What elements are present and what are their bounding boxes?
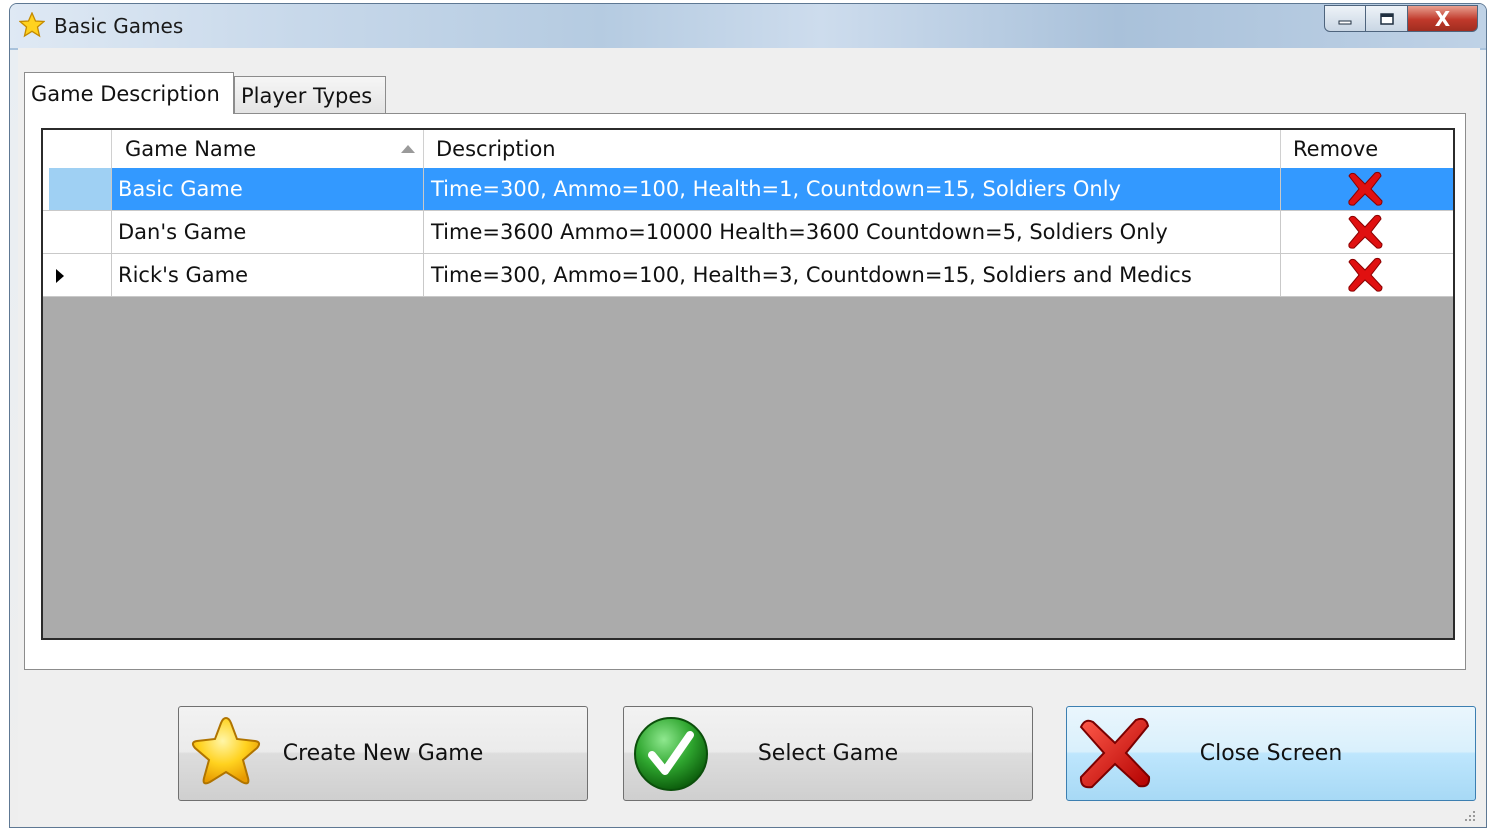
red-x-icon[interactable]	[1345, 213, 1385, 251]
sort-ascending-icon	[401, 145, 415, 153]
main-window: Basic Games X Game Description Player Ty…	[9, 3, 1487, 828]
close-screen-button[interactable]: Close Screen	[1066, 706, 1476, 801]
create-new-game-button[interactable]: Create New Game	[178, 706, 588, 801]
game-name-cell[interactable]: Basic Game	[112, 168, 424, 210]
current-row-indicator-icon	[56, 269, 64, 283]
title-bar[interactable]: Basic Games X	[10, 4, 1486, 48]
description-cell[interactable]: Time=300, Ammo=100, Health=1, Countdown=…	[424, 168, 1281, 210]
game-name-cell[interactable]: Rick's Game	[112, 254, 424, 296]
button-label: Create New Game	[282, 741, 484, 766]
red-x-icon[interactable]	[1345, 256, 1385, 294]
close-icon: X	[1434, 6, 1451, 31]
tab-game-description[interactable]: Game Description	[24, 72, 234, 114]
description-cell[interactable]: Time=300, Ammo=100, Health=3, Countdown=…	[424, 254, 1281, 296]
client-area: Game Description Player Types Game Name …	[18, 48, 1480, 826]
maximize-button[interactable]	[1366, 5, 1408, 32]
tab-label: Player Types	[241, 83, 373, 108]
tab-panel: Game Name Description Remove Basic Game …	[24, 113, 1466, 670]
table-row[interactable]: Dan's Game Time=3600 Ammo=10000 Health=3…	[43, 211, 1453, 254]
remove-cell[interactable]	[1281, 211, 1453, 253]
button-label: Close Screen	[1199, 741, 1343, 766]
window-title: Basic Games	[54, 14, 184, 38]
column-header-description[interactable]: Description	[424, 130, 1281, 168]
row-header[interactable]	[43, 211, 112, 253]
column-header-game-name[interactable]: Game Name	[112, 130, 424, 168]
row-header[interactable]	[43, 254, 112, 296]
table-row[interactable]: Basic Game Time=300, Ammo=100, Health=1,…	[43, 168, 1453, 211]
button-label: Select Game	[757, 741, 899, 766]
row-header[interactable]	[43, 168, 112, 210]
maximize-icon	[1379, 12, 1394, 25]
window-close-button[interactable]: X	[1408, 5, 1478, 32]
tab-label: Game Description	[31, 81, 220, 106]
game-name-cell[interactable]: Dan's Game	[112, 211, 424, 253]
description-cell[interactable]: Time=3600 Ammo=10000 Health=3600 Countdo…	[424, 211, 1281, 253]
column-header-remove[interactable]: Remove	[1281, 130, 1453, 168]
table-row[interactable]: Rick's Game Time=300, Ammo=100, Health=3…	[43, 254, 1453, 297]
grid-header: Game Name Description Remove	[43, 130, 1453, 169]
row-header-corner[interactable]	[43, 130, 112, 168]
red-x-icon[interactable]	[1345, 170, 1385, 208]
star-icon	[19, 12, 45, 38]
minimize-button[interactable]	[1324, 5, 1366, 32]
select-game-button[interactable]: Select Game	[623, 706, 1033, 801]
resize-grip-icon[interactable]	[1462, 808, 1476, 822]
games-grid[interactable]: Game Name Description Remove Basic Game …	[41, 128, 1455, 640]
remove-cell[interactable]	[1281, 168, 1453, 210]
remove-cell[interactable]	[1281, 254, 1453, 296]
minimize-icon	[1338, 20, 1352, 24]
tab-player-types[interactable]: Player Types	[234, 76, 386, 114]
